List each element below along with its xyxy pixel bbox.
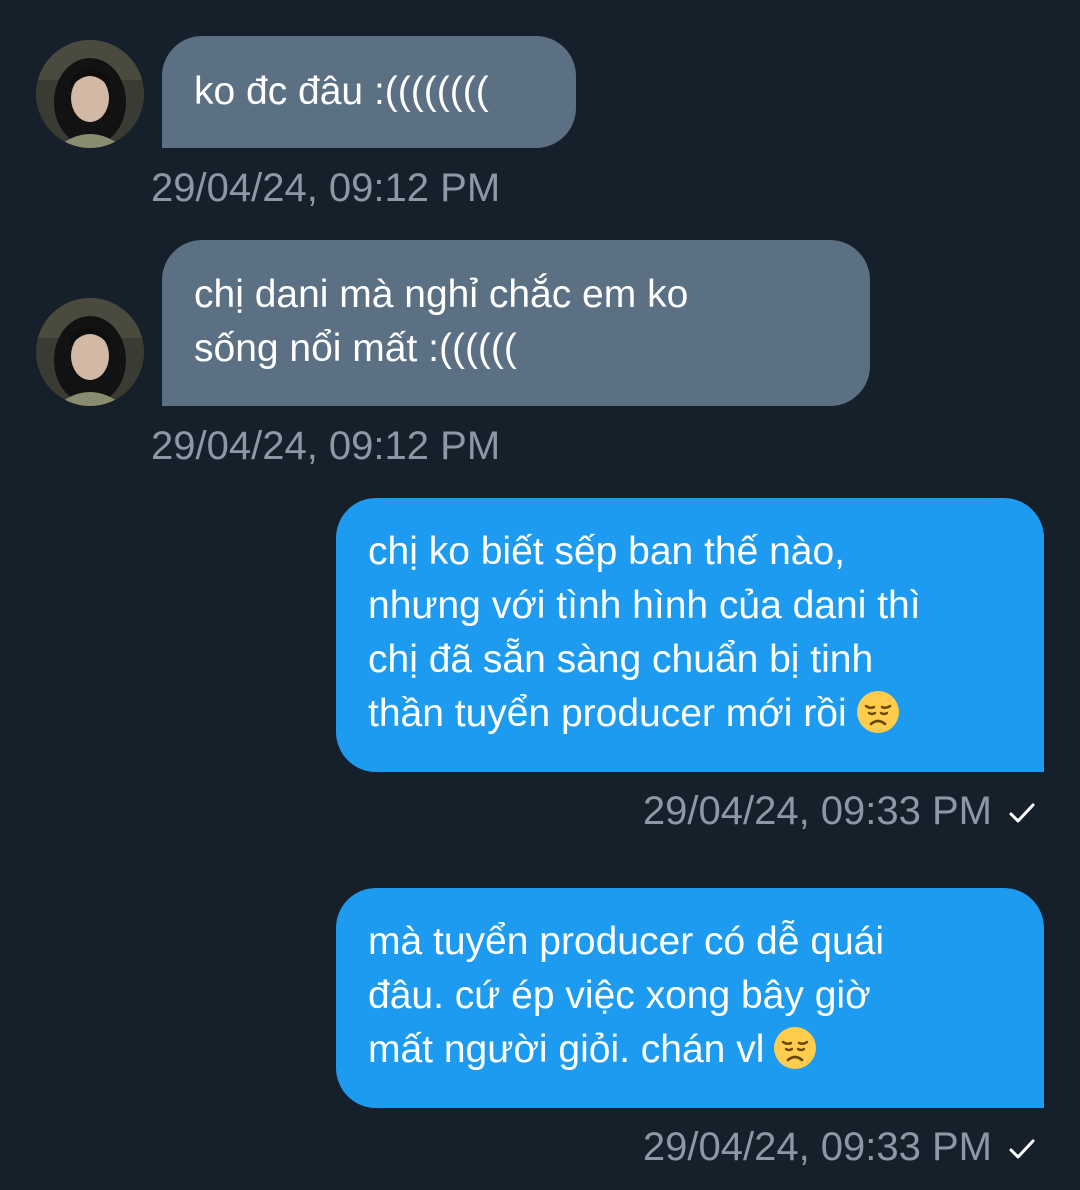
message-text-line: chị dani mà nghỉ chắc em ko xyxy=(194,273,689,316)
message-text-line: ko đc đâu :(((((((( xyxy=(194,70,489,113)
disappointed-face-icon xyxy=(774,1027,817,1069)
message-timestamp-row: 29/04/24, 09:33 PM xyxy=(643,787,1038,835)
message-text: mất người giỏi. chán vl xyxy=(368,1028,765,1071)
message-bubble-incoming[interactable]: chị dani mà nghỉ chắc em ko sống nổi mất… xyxy=(162,240,870,406)
message-text-line: nhưng với tình hình của dani thì xyxy=(368,584,921,627)
sent-check-icon xyxy=(1009,803,1035,823)
message-text-line: sống nổi mất :(((((( xyxy=(194,327,517,370)
message-text-line: chị đã sẵn sàng chuẩn bị tinh xyxy=(368,638,874,681)
contact-avatar[interactable] xyxy=(36,40,144,148)
disappointed-face-icon xyxy=(856,691,899,733)
message-text-line: mà tuyển producer có dễ quái xyxy=(368,920,884,963)
message-timestamp: 29/04/24, 09:12 PM xyxy=(151,424,501,468)
message-bubble-outgoing[interactable]: mà tuyển producer có dễ quái đâu. cứ ép … xyxy=(336,888,1044,1108)
message-timestamp: 29/04/24, 09:33 PM xyxy=(642,1125,992,1169)
message-timestamp-row: 29/04/24, 09:33 PM xyxy=(643,1123,1038,1171)
message-timestamp: 29/04/24, 09:12 PM xyxy=(151,166,501,210)
message-text: thần tuyển producer mới rồi xyxy=(368,692,847,735)
message-bubble-outgoing[interactable]: chị ko biết sếp ban thế nào, nhưng với t… xyxy=(336,498,1044,772)
message-text-line: đâu. cứ ép việc xong bây giờ xyxy=(368,974,871,1017)
sent-check-icon xyxy=(1009,1139,1035,1159)
message-bubble-incoming[interactable]: ko đc đâu :(((((((( xyxy=(162,36,576,148)
avatar-photo xyxy=(36,40,144,148)
message-text-line-with-emoji: mất người giỏi. chán vl xyxy=(368,1023,1012,1077)
avatar-photo xyxy=(36,298,144,406)
message-timestamp: 29/04/24, 09:33 PM xyxy=(642,789,992,833)
message-text-line-with-emoji: thần tuyển producer mới rồi xyxy=(368,687,1012,741)
contact-avatar[interactable] xyxy=(36,298,144,406)
message-text-line: chị ko biết sếp ban thế nào, xyxy=(368,530,846,573)
